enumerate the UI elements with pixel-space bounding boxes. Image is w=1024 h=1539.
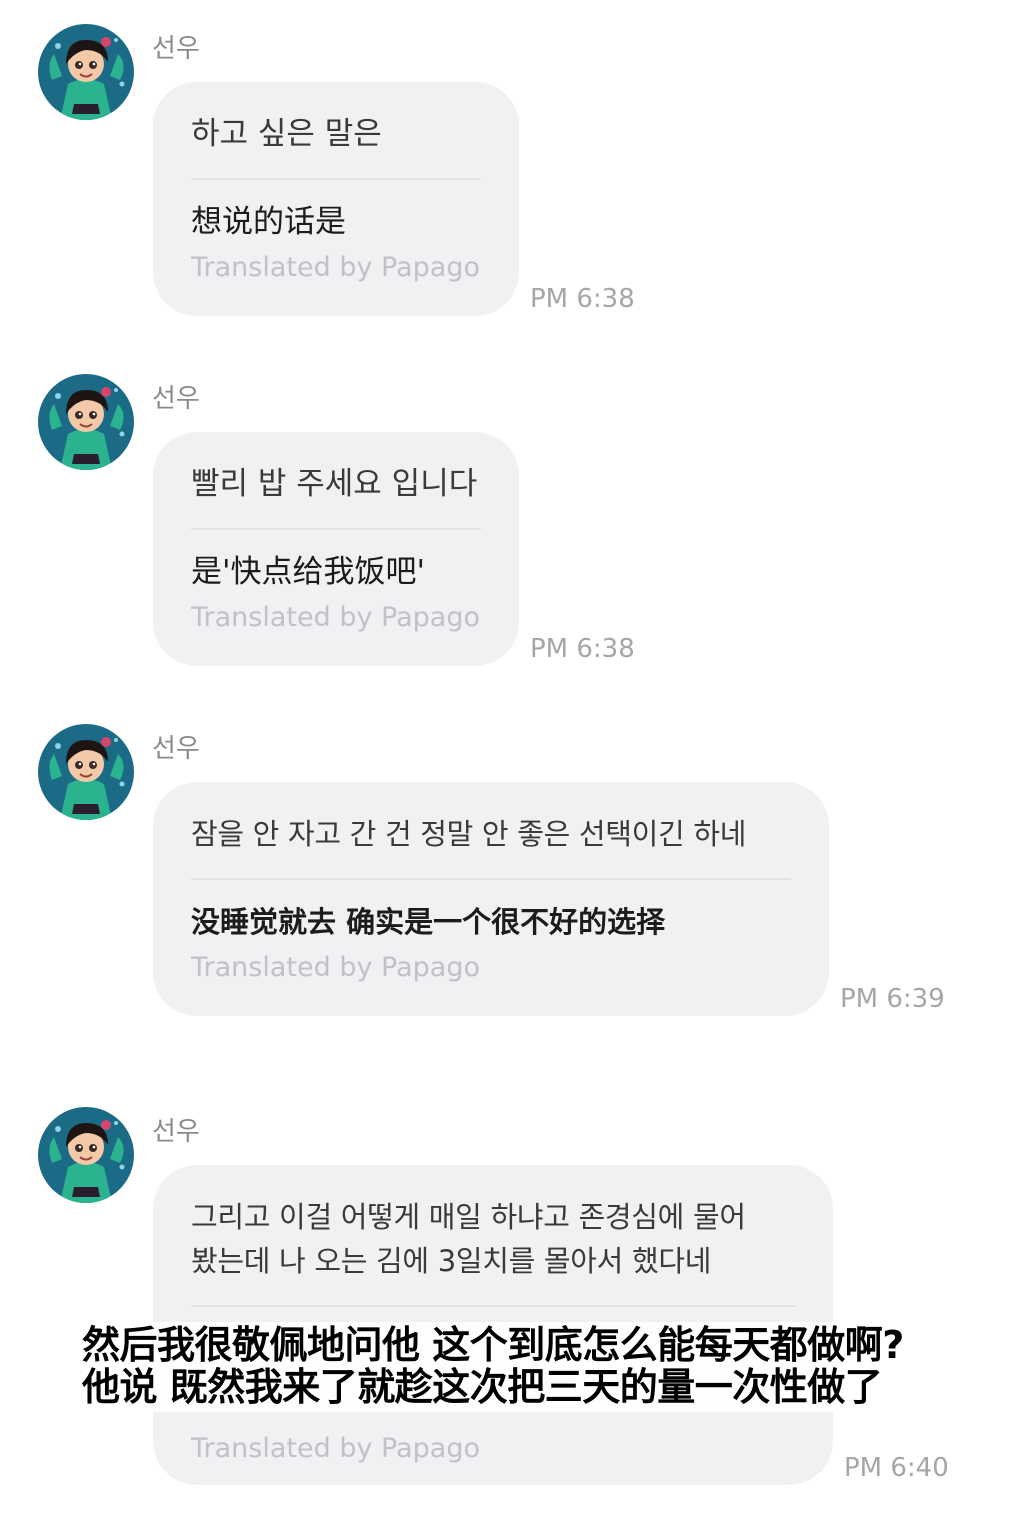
message-bubble[interactable]: 하고 싶은 말은 想说的话是 Translated by Papago [153, 82, 519, 316]
divider [191, 878, 791, 880]
timestamp: PM 6:39 [840, 984, 945, 1014]
avatar-image [38, 374, 134, 470]
translated-by-label: Translated by Papago [191, 1433, 480, 1464]
translated-by-label: Translated by Papago [191, 952, 480, 983]
message-bubble[interactable]: 빨리 밥 주세요 입니다 是'快点给我饭吧' Translated by Pap… [153, 432, 519, 666]
message-bubble[interactable]: 잠을 안 자고 간 건 정말 안 좋은 선택이긴 하네 没睡觉就去 确实是一个很… [153, 782, 829, 1016]
translated-by-label: Translated by Papago [191, 602, 480, 633]
timestamp: PM 6:40 [844, 1453, 949, 1483]
original-text: 그리고 이걸 어떻게 매일 하냐고 존경심에 물어 봤는데 나 오는 김에 3일… [191, 1200, 746, 1278]
sender-name: 선우 [152, 734, 200, 764]
translated-by-label: Translated by Papago [191, 252, 480, 283]
original-text: 하고 싶은 말은 [191, 116, 382, 152]
translated-text: 是'快点给我饭吧' [191, 554, 426, 590]
sender-name: 선우 [152, 34, 200, 64]
original-text: 잠을 안 자고 간 건 정말 안 좋은 선택이긴 하네 [191, 817, 747, 851]
avatar[interactable] [38, 374, 134, 470]
translated-text: 想说的话是 [191, 204, 346, 240]
original-text: 빨리 밥 주세요 입니다 [191, 466, 478, 502]
avatar[interactable] [38, 724, 134, 820]
subtitle-overlay: 然后我很敬佩地问他 这个到底怎么能每天都做啊? 他说 既然我来了就趁这次把三天的… [74, 1322, 948, 1412]
avatar-image [38, 724, 134, 820]
timestamp: PM 6:38 [530, 284, 635, 314]
avatar-image [38, 24, 134, 120]
sender-name: 선우 [152, 384, 200, 414]
avatar[interactable] [38, 1107, 134, 1203]
subtitle-line-2: 他说 既然我来了就趁这次把三天的量一次性做了 [82, 1365, 883, 1409]
divider [191, 528, 481, 530]
subtitle-line-1: 然后我很敬佩地问他 这个到底怎么能每天都做啊? [82, 1323, 904, 1367]
sender-name: 선우 [152, 1117, 200, 1147]
avatar-image [38, 1107, 134, 1203]
avatar[interactable] [38, 24, 134, 120]
divider [191, 178, 481, 180]
timestamp: PM 6:38 [530, 634, 635, 664]
translated-text: 没睡觉就去 确实是一个很不好的选择 [191, 905, 666, 939]
